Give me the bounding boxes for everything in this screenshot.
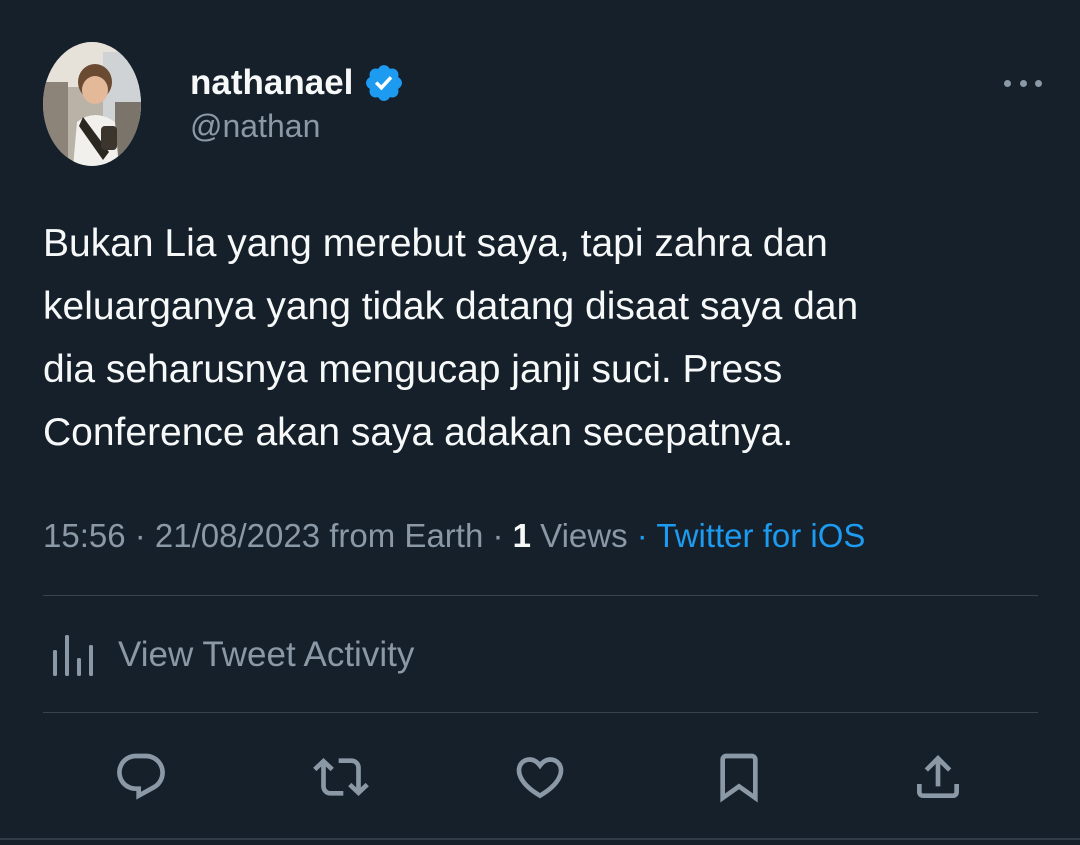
tweet-client-link[interactable]: Twitter for iOS bbox=[656, 517, 865, 554]
tweet-time[interactable]: 15:56 bbox=[43, 517, 126, 554]
author-handle[interactable]: @nathan bbox=[190, 108, 320, 145]
divider bbox=[43, 595, 1038, 596]
divider bbox=[43, 712, 1038, 713]
tweet-action-bar bbox=[0, 742, 1080, 812]
meta-separator: · bbox=[483, 517, 513, 554]
bottom-divider bbox=[0, 838, 1080, 840]
author-display-name[interactable]: nathanael bbox=[190, 63, 353, 103]
views-count: 1 bbox=[512, 517, 531, 554]
reply-icon bbox=[117, 753, 165, 800]
share-icon bbox=[917, 755, 959, 798]
view-tweet-activity-button[interactable]: View Tweet Activity bbox=[50, 632, 414, 678]
share-button[interactable] bbox=[903, 742, 973, 812]
bar-chart-icon bbox=[53, 635, 93, 676]
bookmark-icon bbox=[720, 753, 758, 803]
tweet-date[interactable]: 21/08/2023 bbox=[155, 517, 320, 554]
more-options-icon[interactable] bbox=[1004, 68, 1042, 98]
avatar[interactable] bbox=[43, 42, 141, 167]
bookmark-button[interactable] bbox=[704, 742, 774, 812]
tweet-text: Bukan Lia yang merebut saya, tapi zahra … bbox=[43, 222, 859, 454]
tweet-location: from Earth bbox=[329, 517, 484, 554]
author-display-name-row[interactable]: nathanael bbox=[190, 62, 405, 104]
meta-separator: · bbox=[125, 517, 155, 554]
retweet-icon bbox=[313, 758, 369, 796]
views-label: Views bbox=[540, 517, 628, 554]
heart-icon bbox=[516, 757, 564, 799]
tweet-meta: 15:56 · 21/08/2023 from Earth · 1 Views … bbox=[43, 517, 865, 555]
retweet-button[interactable] bbox=[306, 742, 376, 812]
meta-separator: · bbox=[627, 517, 657, 554]
verified-badge-icon bbox=[366, 65, 403, 101]
view-tweet-activity-label: View Tweet Activity bbox=[118, 635, 415, 674]
like-button[interactable] bbox=[505, 742, 575, 812]
reply-button[interactable] bbox=[106, 742, 176, 812]
